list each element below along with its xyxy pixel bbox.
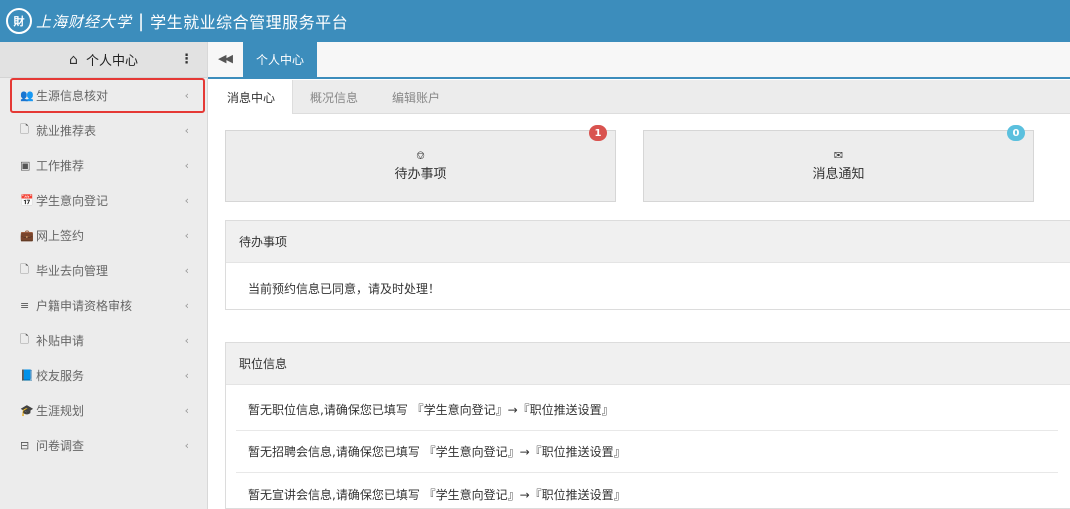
job-fair-row[interactable]: 暂无招聘会信息,请确保您已填写 『学生意向登记』→『职位推送设置』 (236, 431, 1058, 473)
job-info-row[interactable]: 暂无职位信息,请确保您已填写 『学生意向登记』→『职位推送设置』 (236, 389, 1058, 431)
sidebar-item-9[interactable]: 🎓 生涯规划 ‹ (0, 393, 207, 428)
seal-text: 財 (13, 15, 25, 28)
sidebar-item-1[interactable]: 🗋 就业推荐表 ‹ (0, 113, 207, 148)
job-panel: 职位信息 暂无职位信息,请确保您已填写 『学生意向登记』→『职位推送设置』 暂无… (225, 342, 1070, 509)
chevron-left-icon: ‹ (184, 439, 189, 452)
sidebar: ⌂ 个人中心 ⋮ 👥 生源信息核对 ‹ 🗋 就业推荐表 ‹ ▣ 工作推荐 ‹ 📅 学生意向登记 ‹ 💼 网… (0, 42, 208, 509)
sidebar-menu: 👥 生源信息核对 ‹ 🗋 就业推荐表 ‹ ▣ 工作推荐 ‹ 📅 学生意向登记 ‹ 💼 网上签约 ‹ 🗋 毕业去向… (0, 78, 207, 463)
sidebar-header-label: 个人中心 (85, 54, 138, 69)
file-icon: 🗋 (20, 333, 29, 346)
notification-badge: 0 (1007, 125, 1025, 141)
subtab-message-center[interactable]: 消息中心 (210, 80, 294, 114)
more-vertical-icon[interactable]: ⋮ (180, 52, 193, 67)
sidebar-item-10[interactable]: ⊟ 问卷调查 ‹ (0, 428, 207, 463)
sidebar-item-6[interactable]: ≡ 户籍申请资格审核 ‹ (0, 288, 207, 323)
sidebar-item-label: 工作推荐 (36, 159, 85, 173)
presentation-row[interactable]: 暂无宣讲会信息,请确保您已填写 『学生意向登记』→『职位推送设置』 (236, 473, 1058, 509)
bell-icon: ⎊ (416, 149, 425, 162)
todo-card[interactable]: 1 ⎊ 待办事项 (225, 125, 616, 202)
sidebar-item-label: 毕业去向管理 (36, 264, 109, 278)
square-dot-icon: ▣ (20, 159, 31, 172)
chevron-left-icon: ‹ (184, 404, 189, 417)
todo-card-label: 待办事项 (394, 167, 447, 182)
sidebar-item-label: 就业推荐表 (36, 124, 97, 138)
top-header: 財 上海财经大学 | 学生就业综合管理服务平台 (0, 0, 1070, 42)
sidebar-item-label: 问卷调查 (36, 439, 85, 453)
todo-badge: 1 (589, 125, 607, 141)
file-icon: 🗋 (20, 263, 29, 276)
chevron-left-icon: ‹ (184, 229, 189, 242)
chevron-left-icon: ‹ (184, 299, 189, 312)
sidebar-item-0[interactable]: 👥 生源信息核对 ‹ (10, 78, 205, 113)
tab-scroll-left-icon[interactable]: ◀◀ (218, 52, 233, 65)
tab-bar: ◀◀ 个人中心 (208, 42, 1070, 79)
platform-title: 学生就业综合管理服务平台 (150, 13, 349, 32)
chevron-left-icon: ‹ (184, 264, 189, 277)
subtab-edit-account[interactable]: 编辑账户 (375, 80, 457, 114)
chevron-left-icon: ‹ (184, 194, 189, 207)
chevron-left-icon: ‹ (184, 334, 189, 347)
sidebar-item-label: 校友服务 (36, 369, 85, 383)
school-seal-logo: 財 (6, 8, 32, 34)
chevron-left-icon: ‹ (184, 369, 189, 382)
notification-card-label: 消息通知 (812, 167, 865, 182)
sidebar-item-label: 学生意向登记 (36, 194, 109, 208)
subtab-overview[interactable]: 概况信息 (293, 80, 375, 114)
briefcase-icon: 💼 (20, 229, 34, 242)
sidebar-item-2[interactable]: ▣ 工作推荐 ‹ (0, 148, 207, 183)
job-panel-title: 职位信息 (226, 343, 1070, 385)
list-icon: ≡ (20, 299, 30, 312)
calendar-icon: 📅 (20, 194, 34, 207)
minus-square-icon: ⊟ (20, 439, 30, 452)
sidebar-item-label: 网上签约 (36, 229, 85, 243)
school-name: 上海财经大学 (36, 12, 133, 31)
sidebar-item-5[interactable]: 🗋 毕业去向管理 ‹ (0, 253, 207, 288)
todo-item[interactable]: 当前预约信息已同意，请及时处理！ (236, 267, 1058, 309)
sidebar-item-3[interactable]: 📅 学生意向登记 ‹ (0, 183, 207, 218)
book-icon: 📘 (20, 369, 34, 382)
users-icon: 👥 (20, 89, 34, 102)
sidebar-item-7[interactable]: 🗋 补贴申请 ‹ (0, 323, 207, 358)
sidebar-item-label: 生涯规划 (36, 404, 85, 418)
chevron-left-icon: ‹ (184, 124, 189, 137)
envelope-icon: ✉ (833, 149, 844, 162)
file-icon: 🗋 (20, 123, 29, 136)
graduation-cap-icon: 🎓 (20, 404, 34, 417)
home-icon: ⌂ (69, 51, 78, 68)
chevron-left-icon: ‹ (184, 89, 189, 102)
tab-personal-center[interactable]: 个人中心 (243, 42, 317, 77)
title-separator: | (138, 10, 145, 32)
notification-card[interactable]: 0 ✉ 消息通知 (643, 125, 1034, 202)
sub-tabs: 消息中心 概况信息 编辑账户 (210, 80, 1070, 114)
chevron-left-icon: ‹ (184, 159, 189, 172)
sidebar-item-label: 补贴申请 (36, 334, 85, 348)
sidebar-item-8[interactable]: 📘 校友服务 ‹ (0, 358, 207, 393)
sidebar-item-label: 户籍申请资格审核 (36, 299, 133, 313)
todo-panel: 待办事项 当前预约信息已同意，请及时处理！ (225, 220, 1070, 310)
todo-panel-title: 待办事项 (226, 221, 1070, 263)
sidebar-item-4[interactable]: 💼 网上签约 ‹ (0, 218, 207, 253)
sidebar-header[interactable]: ⌂ 个人中心 ⋮ (0, 42, 207, 78)
sidebar-item-label: 生源信息核对 (36, 89, 109, 103)
